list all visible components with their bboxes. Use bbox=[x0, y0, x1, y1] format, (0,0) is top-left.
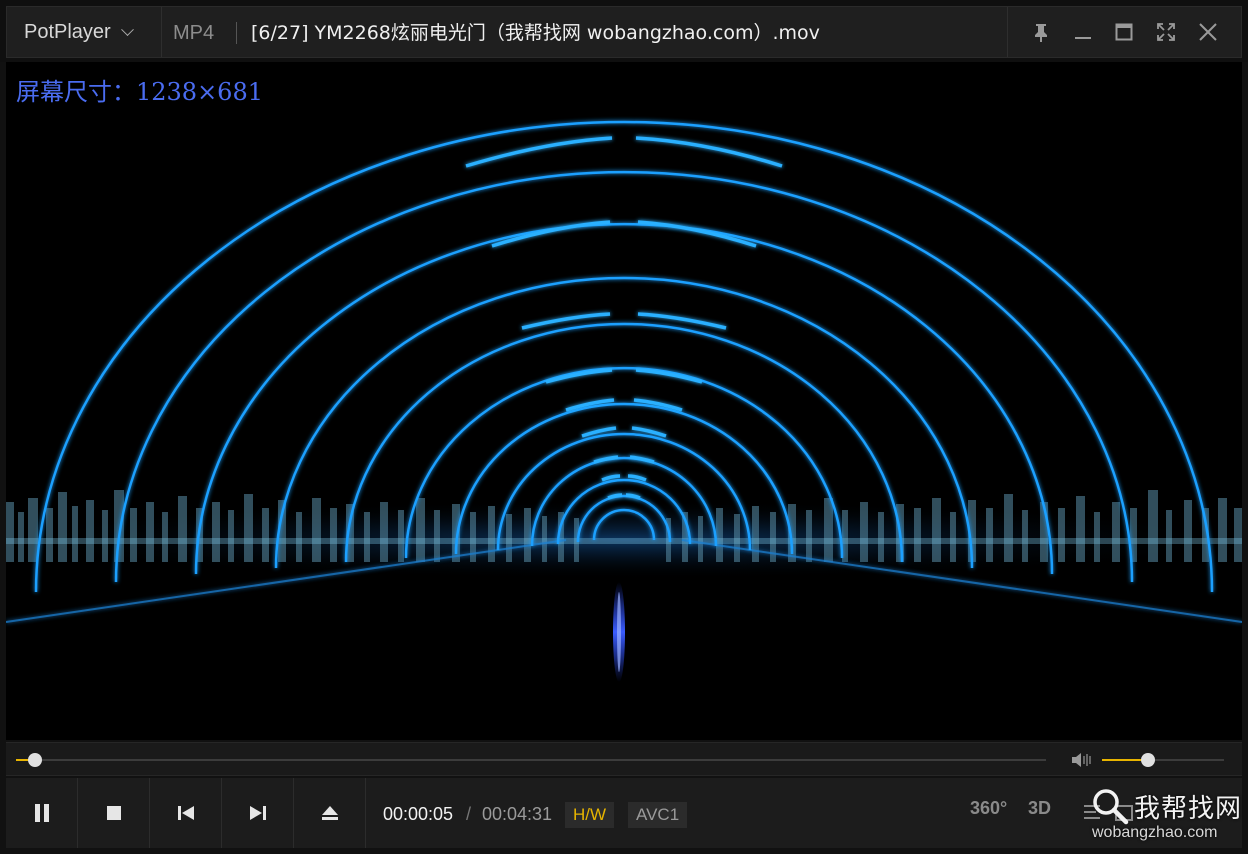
pause-button[interactable] bbox=[6, 778, 78, 848]
previous-button[interactable] bbox=[150, 778, 222, 848]
seek-bar-area bbox=[6, 742, 1242, 776]
app-menu-button[interactable]: PotPlayer bbox=[7, 7, 162, 57]
minimize-icon[interactable] bbox=[1072, 21, 1094, 43]
volume-slider[interactable] bbox=[1102, 753, 1224, 767]
watermark: 我帮找网 wobangzhao.com bbox=[1086, 786, 1246, 848]
watermark-cn: 我帮找网 bbox=[1134, 794, 1243, 824]
control-bar: 00:00:05 / 00:04:31 H/W AVC1 360° 3D bbox=[6, 778, 1242, 848]
pin-icon[interactable] bbox=[1030, 21, 1052, 43]
codec-badge[interactable]: AVC1 bbox=[628, 802, 688, 828]
next-button[interactable] bbox=[222, 778, 294, 848]
app-brand-label: PotPlayer bbox=[24, 20, 111, 43]
skip-previous-icon bbox=[177, 806, 194, 820]
title-bar: PotPlayer MP4 [6/27] YM2268炫丽电光门（我帮找网 wo… bbox=[0, 0, 1248, 62]
seek-thumb[interactable] bbox=[27, 753, 42, 767]
time-separator: / bbox=[466, 804, 472, 824]
file-title: [6/27] YM2268炫丽电光门（我帮找网 wobangzhao.com）.… bbox=[251, 22, 820, 44]
format-label: MP4 bbox=[173, 22, 215, 44]
seek-slider[interactable] bbox=[16, 753, 1046, 767]
eject-icon bbox=[321, 806, 338, 820]
stop-button[interactable] bbox=[78, 778, 150, 848]
magnifier-logo-icon bbox=[1093, 789, 1129, 825]
screen-size-overlay: 屏幕尺寸：1238×681 bbox=[16, 78, 263, 106]
volume-icon[interactable] bbox=[1070, 751, 1094, 769]
fullscreen-icon[interactable] bbox=[1155, 21, 1177, 43]
current-time[interactable]: 00:00:05 bbox=[383, 778, 453, 848]
chevron-down-icon bbox=[120, 22, 134, 36]
maximize-icon[interactable] bbox=[1113, 21, 1135, 43]
3d-mode-button[interactable]: 3D bbox=[1028, 798, 1051, 828]
total-time[interactable]: 00:04:31 bbox=[482, 778, 552, 848]
window-controls bbox=[1007, 7, 1241, 57]
title-bar-inner: PotPlayer MP4 [6/27] YM2268炫丽电光门（我帮找网 wo… bbox=[6, 6, 1242, 58]
eject-button[interactable] bbox=[294, 778, 366, 848]
pause-icon bbox=[34, 804, 49, 822]
vr360-button[interactable]: 360° bbox=[970, 798, 1007, 828]
skip-next-icon bbox=[249, 806, 266, 820]
hw-decode-badge[interactable]: H/W bbox=[565, 802, 615, 828]
video-frame bbox=[6, 120, 1242, 682]
title-divider bbox=[236, 22, 237, 44]
video-canvas[interactable]: 屏幕尺寸：1238×681 bbox=[6, 62, 1242, 740]
watermark-url: wobangzhao.com bbox=[1092, 824, 1218, 841]
volume-thumb[interactable] bbox=[1141, 753, 1156, 767]
stop-icon bbox=[106, 806, 121, 820]
close-icon[interactable] bbox=[1197, 21, 1219, 43]
